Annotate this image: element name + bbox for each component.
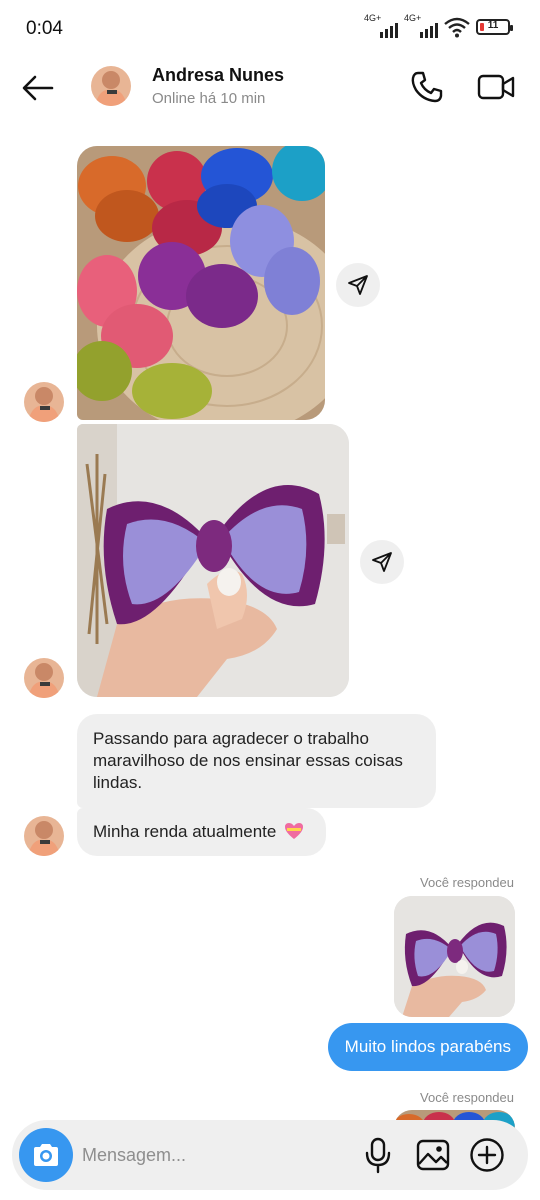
avatar-image: [24, 382, 64, 422]
camera-button[interactable]: [19, 1128, 73, 1182]
status-time: 0:04: [26, 18, 63, 39]
message-text: Passando para agradecer o trabalho marav…: [93, 729, 403, 792]
reply-label: Você respondeu: [420, 1090, 514, 1105]
incoming-message[interactable]: Passando para agradecer o trabalho marav…: [77, 714, 436, 808]
contact-status: Online há 10 min: [152, 90, 266, 107]
phone-icon[interactable]: [408, 68, 446, 106]
camera-icon: [34, 1144, 58, 1166]
microphone-icon[interactable]: [360, 1136, 396, 1174]
sender-avatar[interactable]: [24, 658, 64, 698]
plus-circle-icon[interactable]: [468, 1136, 506, 1174]
network-type-label: 4G+: [404, 13, 422, 23]
message-composer: [12, 1120, 528, 1190]
status-bar: 0:04 4G+ 4G+ 11: [0, 0, 540, 56]
purple-bow-image: [77, 424, 349, 697]
received-photo-purple-bow[interactable]: [77, 424, 349, 697]
share-button[interactable]: [360, 540, 404, 584]
share-button[interactable]: [336, 263, 380, 307]
incoming-message[interactable]: Minha renda atualmente: [77, 808, 326, 856]
avatar-image: [24, 816, 64, 856]
signal-icon: 4G+: [364, 13, 398, 38]
sender-avatar[interactable]: [24, 816, 64, 856]
message-input[interactable]: [82, 1140, 332, 1170]
purple-bow-thumb-image: [394, 896, 515, 1017]
wifi-icon: [444, 17, 470, 38]
network-type-label: 4G+: [364, 13, 382, 23]
battery-level: 11: [487, 20, 499, 31]
signal-icon: 4G+: [404, 13, 438, 38]
message-text: Muito lindos parabéns: [344, 1037, 511, 1056]
paper-plane-icon: [348, 275, 368, 295]
replied-photo-thumbnail[interactable]: [394, 896, 515, 1017]
paper-plane-icon: [372, 552, 392, 572]
bows-image: [77, 146, 325, 420]
back-arrow-icon[interactable]: [20, 70, 56, 106]
battery-icon: 11: [476, 19, 513, 35]
avatar-image: [91, 66, 131, 106]
outgoing-message[interactable]: Muito lindos parabéns: [327, 1023, 528, 1071]
heart-emoji-icon: [285, 823, 304, 839]
contact-name[interactable]: Andresa Nunes: [152, 65, 284, 86]
image-icon[interactable]: [414, 1136, 452, 1174]
chat-header: Andresa Nunes Online há 10 min: [0, 56, 540, 118]
sender-avatar[interactable]: [24, 382, 64, 422]
received-photo-bows[interactable]: [77, 146, 325, 420]
reply-label: Você respondeu: [420, 875, 514, 890]
avatar-image: [24, 658, 64, 698]
contact-avatar[interactable]: [91, 66, 131, 106]
message-text: Minha renda atualmente: [93, 822, 277, 841]
status-icons: 4G+ 4G+ 11: [364, 13, 513, 38]
video-camera-icon[interactable]: [476, 68, 516, 106]
